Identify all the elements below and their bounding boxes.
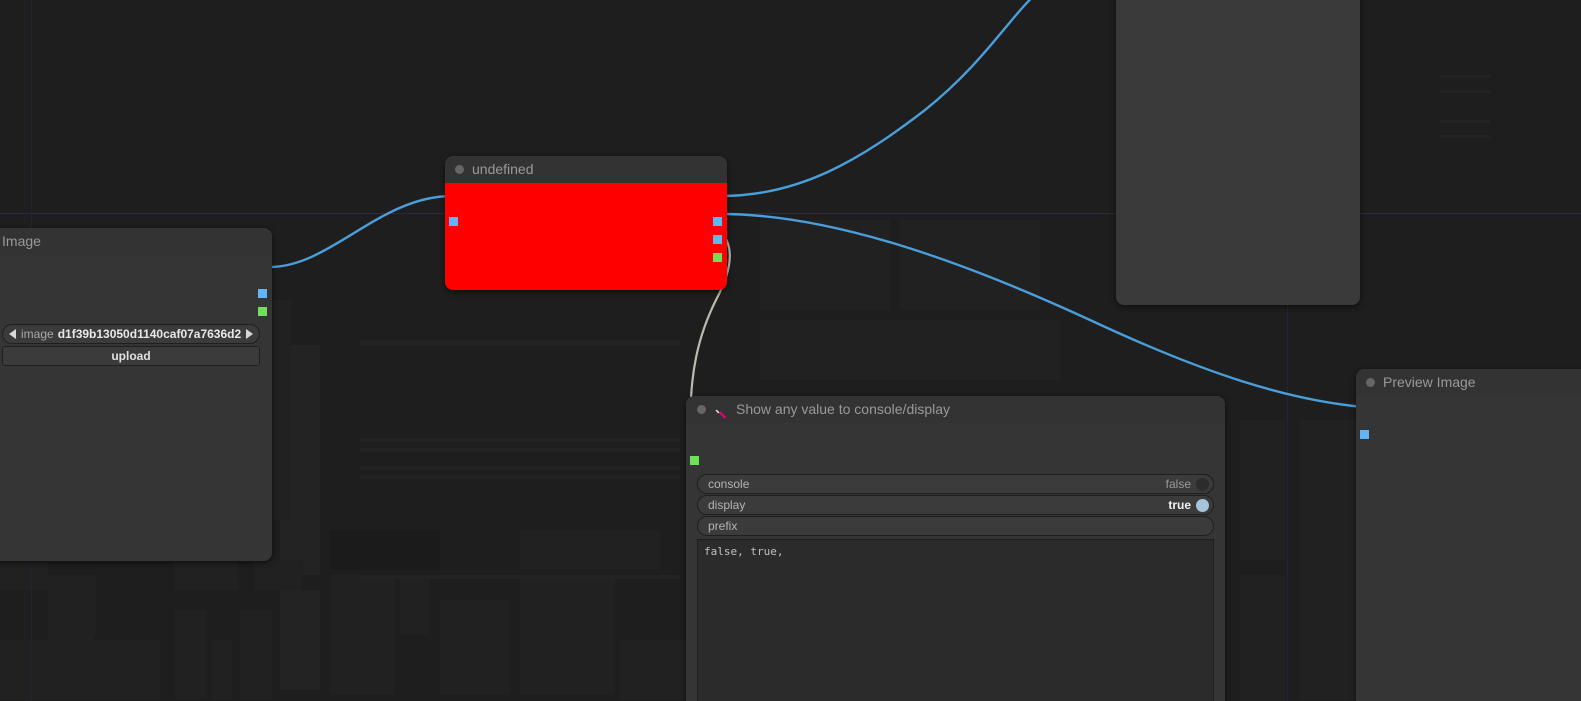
widget-console-value: false	[1165, 477, 1191, 491]
node-title-bar[interactable]: undefined	[445, 156, 727, 183]
widget-display-toggle[interactable]: display true	[697, 495, 1214, 515]
input-port-anything[interactable]	[690, 456, 699, 465]
node-body	[1356, 396, 1581, 701]
output-port-image-1[interactable]	[713, 217, 722, 226]
node-body	[445, 183, 727, 290]
node-title-bar[interactable]: Show any value to console/display	[686, 396, 1225, 423]
input-port-images[interactable]	[1360, 430, 1369, 439]
widget-image-label: image	[21, 327, 54, 341]
input-port-image[interactable]	[449, 217, 458, 226]
node-body	[1116, 0, 1360, 305]
node-title-bar[interactable]: Load Image	[0, 228, 272, 255]
toggle-knob-icon[interactable]	[1196, 498, 1209, 512]
widget-display-value: true	[1168, 498, 1191, 512]
node-title-text: Load Image	[0, 233, 41, 249]
node-preview-image[interactable]: Preview Image	[1356, 369, 1581, 701]
collapse-dot-icon[interactable]	[455, 165, 464, 174]
arrow-right-icon[interactable]	[246, 329, 253, 339]
widget-console-label: console	[708, 477, 750, 491]
upload-button[interactable]: upload	[2, 346, 260, 366]
toggle-knob-icon[interactable]	[1196, 477, 1209, 491]
output-port-image[interactable]	[258, 289, 267, 298]
output-port-mask[interactable]	[258, 307, 267, 316]
node-load-image[interactable]: Load Image image d1f39b13050d1140caf07a7…	[0, 228, 272, 561]
output-port-any[interactable]	[713, 253, 722, 262]
widget-prefix-field[interactable]: prefix	[697, 516, 1214, 536]
node-title-text: Show any value to console/display	[736, 401, 951, 417]
node-title-text: Preview Image	[1383, 374, 1476, 390]
node-title-bar[interactable]: Preview Image	[1356, 369, 1581, 396]
node-grey-clipped[interactable]	[1116, 0, 1360, 305]
node-body: console false display true prefix false,…	[686, 423, 1225, 701]
node-graph-canvas[interactable]: Load Image image d1f39b13050d1140caf07a7…	[0, 0, 1581, 701]
widget-console-toggle[interactable]: console false	[697, 474, 1214, 494]
node-body: image d1f39b13050d1140caf07a7636d2... up…	[0, 255, 272, 561]
node-show-any-value[interactable]: Show any value to console/display consol…	[686, 396, 1225, 701]
widget-display-label: display	[708, 498, 746, 512]
output-port-image-2[interactable]	[713, 235, 722, 244]
arrow-left-icon[interactable]	[9, 329, 16, 339]
widget-prefix-label: prefix	[708, 519, 738, 533]
node-undefined[interactable]: undefined	[445, 156, 727, 290]
output-text-display[interactable]: false, true,	[697, 539, 1214, 701]
widget-image-combo[interactable]: image d1f39b13050d1140caf07a7636d2...	[2, 324, 260, 344]
node-title-text: undefined	[472, 161, 534, 177]
collapse-dot-icon[interactable]	[697, 405, 706, 414]
pen-icon	[714, 403, 728, 419]
widget-image-value: d1f39b13050d1140caf07a7636d2...	[57, 327, 242, 341]
collapse-dot-icon[interactable]	[1366, 378, 1375, 387]
